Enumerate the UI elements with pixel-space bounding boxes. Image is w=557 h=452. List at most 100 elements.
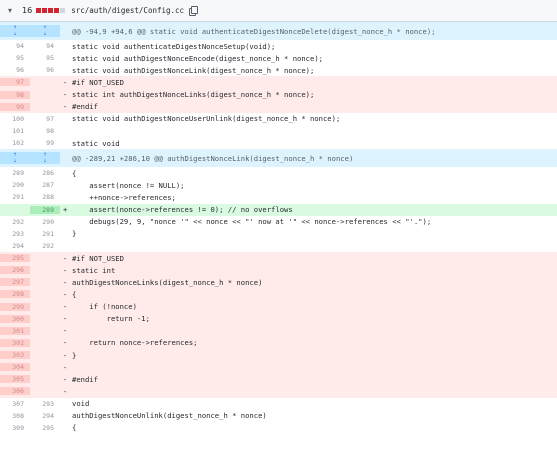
old-line-number[interactable]: 297 — [0, 278, 30, 287]
diff-marker: - — [63, 338, 68, 348]
new-line-number[interactable]: 98 — [30, 126, 60, 135]
old-line-number[interactable]: 309 — [0, 423, 30, 432]
new-line-number[interactable]: 96 — [30, 66, 60, 75]
deleted-line[interactable]: 298 -{ — [0, 288, 557, 301]
deleted-line[interactable]: 306 - — [0, 385, 557, 398]
old-line-number[interactable]: 293 — [0, 229, 30, 238]
new-line-number[interactable]: 95 — [30, 54, 60, 63]
collapse-chevron-icon[interactable]: ▾ — [8, 6, 18, 15]
context-line[interactable]: 100 97 static void authDigestNonceUserUnli… — [0, 113, 557, 125]
old-line-number[interactable]: 295 — [0, 254, 30, 263]
diffstat-block — [36, 8, 42, 13]
code-text: { — [72, 423, 77, 433]
hunk-header-text: @@ -289,21 +286,10 @@ authDigestNonceLin… — [72, 153, 354, 163]
deleted-line[interactable]: 295 - #if NOT_USED — [0, 252, 557, 265]
old-line-number[interactable]: 299 — [0, 302, 30, 311]
code-text: static int authDigestNonceLinks(digest_n… — [72, 90, 315, 100]
diff-marker: - — [63, 253, 68, 263]
deleted-line[interactable]: 303 -} — [0, 349, 557, 362]
old-line-number[interactable]: 307 — [0, 399, 30, 408]
context-line[interactable]: 309 295 { — [0, 422, 557, 434]
new-line-number[interactable]: 286 — [30, 169, 60, 178]
code-text: } — [72, 229, 77, 239]
old-line-number[interactable]: 101 — [0, 126, 30, 135]
deleted-line[interactable]: 305 - #endif — [0, 373, 557, 386]
diff-table: ⇡ ⇣ ⇡ ⇣ @@ -94,9 +94,6 @@ static void auth… — [0, 22, 557, 434]
old-line-number[interactable]: 102 — [0, 139, 30, 148]
copy-path-icon[interactable] — [189, 6, 199, 16]
diffstat-block — [60, 8, 66, 13]
expand-up-icon[interactable]: ⇡ ⇣ — [0, 25, 30, 37]
old-line-number[interactable]: 289 — [0, 169, 30, 178]
old-line-number[interactable]: 290 — [0, 181, 30, 190]
diff-marker: - — [63, 302, 68, 312]
deleted-line[interactable]: 300 - return -1; — [0, 312, 557, 325]
new-line-number[interactable]: 291 — [30, 229, 60, 238]
deleted-line[interactable]: 297 - authDigestNonceLinks(digest_nonce_h … — [0, 276, 557, 289]
deleted-line[interactable]: 304 - — [0, 361, 557, 374]
old-line-number[interactable]: 294 — [0, 241, 30, 250]
context-line[interactable]: 293 291} — [0, 228, 557, 240]
new-line-number[interactable]: 290 — [30, 217, 60, 226]
expand-down-icon[interactable]: ⇡ ⇣ — [30, 25, 60, 37]
old-line-number[interactable]: 98 — [0, 90, 30, 99]
diff-marker: + — [63, 205, 68, 215]
context-line[interactable]: 308 294 authDigestNonceUnlink(digest_nonce… — [0, 410, 557, 422]
deleted-line[interactable]: 99 - #endif — [0, 100, 557, 113]
deleted-line[interactable]: 98 - static int authDigestNonceLinks(diges… — [0, 88, 557, 101]
file-path[interactable]: src/auth/digest/Config.cc — [71, 6, 184, 15]
old-line-number[interactable]: 292 — [0, 217, 30, 226]
new-line-number[interactable]: 292 — [30, 241, 60, 250]
expand-down-icon[interactable]: ⇡ ⇣ — [30, 152, 60, 165]
context-line[interactable]: 307 293 void — [0, 398, 557, 410]
old-line-number[interactable]: 303 — [0, 351, 30, 360]
context-line[interactable]: 292 290 debugs(29, 9, "nonce '" << nonce … — [0, 216, 557, 228]
new-line-number[interactable]: 294 — [30, 411, 60, 420]
old-line-number[interactable]: 300 — [0, 314, 30, 323]
diffstat-block — [42, 8, 48, 13]
added-line[interactable]: 289 + assert(nonce->references != 0); // … — [0, 203, 557, 216]
old-line-number[interactable]: 291 — [0, 193, 30, 202]
old-line-number[interactable]: 304 — [0, 363, 30, 372]
diffstat-block — [54, 8, 60, 13]
context-line[interactable]: 290 287 assert(nonce != NULL); — [0, 179, 557, 191]
deleted-line[interactable]: 299 - if (!nonce) — [0, 300, 557, 313]
old-line-number[interactable]: 298 — [0, 290, 30, 299]
old-line-number[interactable]: 97 — [0, 78, 30, 87]
old-line-number[interactable]: 296 — [0, 266, 30, 275]
new-line-number[interactable]: 295 — [30, 423, 60, 432]
new-line-number[interactable]: 287 — [30, 181, 60, 190]
old-line-number[interactable]: 306 — [0, 387, 30, 396]
expand-up-icon[interactable]: ⇡ ⇣ — [0, 152, 30, 165]
old-line-number[interactable]: 308 — [0, 411, 30, 420]
context-line[interactable]: 291 288 ++nonce->references; — [0, 191, 557, 203]
new-line-number[interactable]: 97 — [30, 114, 60, 123]
old-line-number[interactable]: 96 — [0, 66, 30, 75]
deleted-line[interactable]: 97 - #if NOT_USED — [0, 76, 557, 89]
context-line[interactable]: 289 286 { — [0, 167, 557, 179]
deleted-line[interactable]: 296 - static int — [0, 264, 557, 277]
old-line-number[interactable]: 100 — [0, 114, 30, 123]
old-line-number[interactable]: 301 — [0, 326, 30, 335]
diff-marker: - — [63, 265, 68, 275]
new-line-number[interactable]: 94 — [30, 42, 60, 51]
old-line-number[interactable]: 99 — [0, 102, 30, 111]
old-line-number[interactable]: 302 — [0, 338, 30, 347]
deleted-line[interactable]: 302 - return nonce->references; — [0, 336, 557, 349]
context-line[interactable]: 94 94 static void authenticateDigestNonceS… — [0, 40, 557, 52]
old-line-number[interactable]: 305 — [0, 375, 30, 384]
new-line-number[interactable]: 288 — [30, 193, 60, 202]
new-line-number[interactable]: 99 — [30, 139, 60, 148]
context-line[interactable]: 102 99 static void — [0, 137, 557, 149]
context-line[interactable]: 95 95 static void authDigestNonceEncode(di… — [0, 52, 557, 64]
old-line-number[interactable]: 94 — [0, 42, 30, 51]
code-text: #endif — [72, 374, 98, 384]
new-line-number[interactable]: 293 — [30, 399, 60, 408]
new-line-number[interactable]: 289 — [30, 205, 60, 214]
context-line[interactable]: 294 292 — [0, 240, 557, 252]
old-line-number[interactable]: 95 — [0, 54, 30, 63]
deleted-line[interactable]: 301 - — [0, 324, 557, 337]
context-line[interactable]: 101 98 — [0, 125, 557, 137]
diff-marker: - — [63, 362, 68, 372]
context-line[interactable]: 96 96 static void authDigestNonceLink(dige… — [0, 64, 557, 76]
